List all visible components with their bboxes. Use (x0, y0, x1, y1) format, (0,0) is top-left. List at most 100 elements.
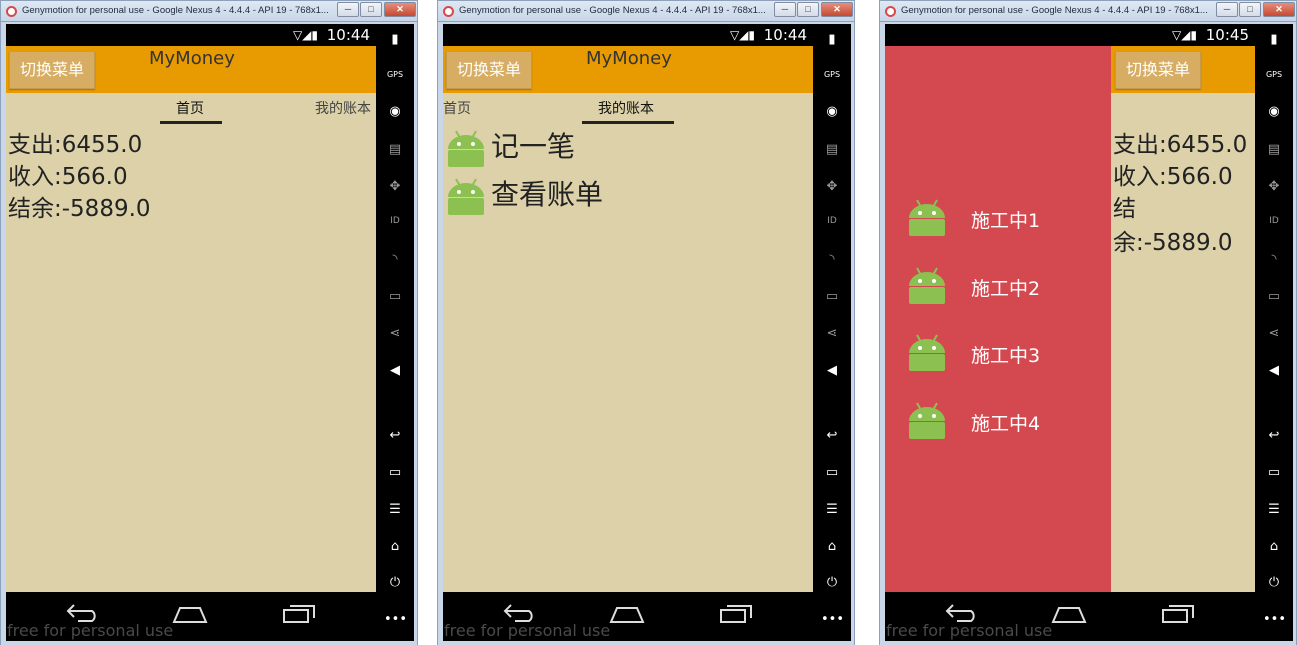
rss-icon[interactable]: ◝ (1263, 252, 1285, 267)
maximize-button[interactable]: □ (360, 2, 382, 17)
more-icon[interactable]: ••• (384, 612, 407, 627)
camera-icon[interactable]: ◉ (1263, 104, 1285, 119)
drawer-item-1[interactable]: 施工中1 (907, 196, 1107, 244)
list-item-label: 记一笔 (491, 130, 576, 163)
menu-icon[interactable]: ☰ (821, 502, 843, 517)
home-icon[interactable]: ⌂ (1263, 539, 1285, 554)
recents-icon[interactable]: ▭ (821, 465, 843, 480)
home-icon[interactable] (609, 602, 645, 630)
clapper-icon[interactable]: ▤ (821, 142, 843, 157)
gps-icon[interactable]: GPS (384, 70, 406, 79)
more-icon[interactable]: ••• (1263, 612, 1286, 627)
dpad-icon[interactable]: ✥ (821, 179, 843, 194)
drawer-item-4[interactable]: 施工中4 (907, 399, 1107, 447)
gps-icon[interactable]: GPS (821, 70, 843, 79)
volume-icon[interactable]: ◀ (821, 363, 843, 378)
emulator-window-1: Genymotion for personal use - Google Nex… (0, 0, 418, 645)
maximize-button[interactable]: □ (1239, 2, 1261, 17)
close-button[interactable]: ✕ (821, 2, 853, 17)
id-icon[interactable]: ID (384, 216, 406, 226)
tab-indicator (582, 121, 674, 124)
status-time: 10:44 (763, 26, 807, 44)
battery-icon[interactable]: ▮ (821, 32, 843, 47)
genymotion-sidebar: ▮ GPS ◉ ▤ ✥ ID ◝ ▭ ⋖ ◀ ↩ ▭ ☰ ⌂ ⏻ ••• (813, 24, 851, 641)
toggle-menu-button[interactable]: 切换菜单 (1115, 51, 1201, 89)
back-icon[interactable]: ↩ (384, 428, 406, 443)
drawer-item-3[interactable]: 施工中3 (907, 331, 1107, 379)
recents-icon[interactable]: ▭ (1263, 465, 1285, 480)
device-screen[interactable]: ▽◢▮ 10:44 切换菜单 MyMoney 首页 我的账本 记一笔 查看账单 … (443, 24, 813, 641)
sms-icon[interactable]: ▭ (1263, 289, 1285, 304)
expense-text: 支出:6455.0 (1113, 132, 1248, 158)
tab-home[interactable]: 首页 (443, 98, 471, 118)
window-titlebar[interactable]: Genymotion for personal use - Google Nex… (0, 0, 418, 22)
sms-icon[interactable]: ▭ (384, 289, 406, 304)
power-icon[interactable]: ⏻ (384, 575, 406, 590)
minimize-button[interactable]: ─ (337, 2, 359, 17)
nav-bar: free for personal use (885, 592, 1255, 641)
dpad-icon[interactable]: ✥ (1263, 179, 1285, 194)
home-icon[interactable]: ⌂ (384, 539, 406, 554)
dpad-icon[interactable]: ✥ (384, 179, 406, 194)
sms-icon[interactable]: ▭ (821, 289, 843, 304)
genymotion-icon (885, 6, 896, 17)
clapper-icon[interactable]: ▤ (384, 142, 406, 157)
battery-icon[interactable]: ▮ (1263, 32, 1285, 47)
camera-icon[interactable]: ◉ (821, 104, 843, 119)
battery-icon[interactable]: ▮ (384, 32, 406, 47)
maximize-button[interactable]: □ (797, 2, 819, 17)
side-drawer: 施工中1 施工中2 施工中3 施工中4 (885, 46, 1111, 592)
recents-icon[interactable]: ▭ (384, 465, 406, 480)
minimize-button[interactable]: ─ (1216, 2, 1238, 17)
menu-icon[interactable]: ☰ (1263, 502, 1285, 517)
device-screen[interactable]: ▽◢▮ 10:44 切换菜单 MyMoney 首页 我的账本 支出:6455.0… (6, 24, 376, 641)
volume-icon[interactable]: ◀ (384, 363, 406, 378)
share-icon[interactable]: ⋖ (1263, 326, 1285, 341)
clapper-icon[interactable]: ▤ (1263, 142, 1285, 157)
gps-icon[interactable]: GPS (1263, 70, 1285, 79)
back-icon[interactable]: ↩ (1263, 428, 1285, 443)
recents-icon[interactable] (719, 602, 753, 630)
back-icon[interactable]: ↩ (821, 428, 843, 443)
rss-icon[interactable]: ◝ (821, 252, 843, 267)
tab-my-account[interactable]: 我的账本 (598, 98, 654, 118)
power-icon[interactable]: ⏻ (821, 575, 843, 590)
recents-icon[interactable] (1161, 602, 1195, 630)
recents-icon[interactable] (282, 602, 316, 630)
close-button[interactable]: ✕ (384, 2, 416, 17)
share-icon[interactable]: ⋖ (384, 326, 406, 341)
list-item-label: 查看账单 (491, 178, 604, 211)
rss-icon[interactable]: ◝ (384, 252, 406, 267)
id-icon[interactable]: ID (821, 216, 843, 226)
window-title: Genymotion for personal use - Google Nex… (901, 5, 1208, 16)
more-icon[interactable]: ••• (821, 612, 844, 627)
home-icon[interactable] (172, 602, 208, 630)
signal-icons: ▽◢▮ (292, 28, 318, 42)
emulator-window-2: Genymotion for personal use - Google Nex… (437, 0, 855, 645)
volume-icon[interactable]: ◀ (1263, 363, 1285, 378)
drawer-item-2[interactable]: 施工中2 (907, 264, 1107, 312)
toggle-menu-button[interactable]: 切换菜单 (446, 51, 532, 89)
menu-icon[interactable]: ☰ (384, 502, 406, 517)
camera-icon[interactable]: ◉ (384, 104, 406, 119)
id-icon[interactable]: ID (1263, 216, 1285, 226)
status-time: 10:44 (326, 26, 370, 44)
my-account-page: 首页 我的账本 记一笔 查看账单 (443, 93, 813, 592)
share-icon[interactable]: ⋖ (821, 326, 843, 341)
window-title: Genymotion for personal use - Google Nex… (22, 5, 329, 16)
action-bar: 切换菜单 MyMoney (6, 46, 376, 93)
genymotion-icon (6, 6, 17, 17)
status-bar: ▽◢▮ 10:44 (443, 24, 813, 46)
power-icon[interactable]: ⏻ (1263, 575, 1285, 590)
close-button[interactable]: ✕ (1263, 2, 1295, 17)
window-titlebar[interactable]: Genymotion for personal use - Google Nex… (879, 0, 1297, 22)
home-icon[interactable] (1051, 602, 1087, 630)
minimize-button[interactable]: ─ (774, 2, 796, 17)
window-titlebar[interactable]: Genymotion for personal use - Google Nex… (437, 0, 855, 22)
toggle-menu-button[interactable]: 切换菜单 (9, 51, 95, 89)
device-screen[interactable]: ▽◢▮ 10:45 切换菜单 支出:6455.0 收入:566.0 结余:-58… (885, 24, 1255, 641)
home-icon[interactable]: ⌂ (821, 539, 843, 554)
tab-my-account[interactable]: 我的账本 (315, 98, 371, 118)
tab-bar: 首页 我的账本 (6, 93, 376, 125)
tab-home[interactable]: 首页 (176, 98, 204, 118)
